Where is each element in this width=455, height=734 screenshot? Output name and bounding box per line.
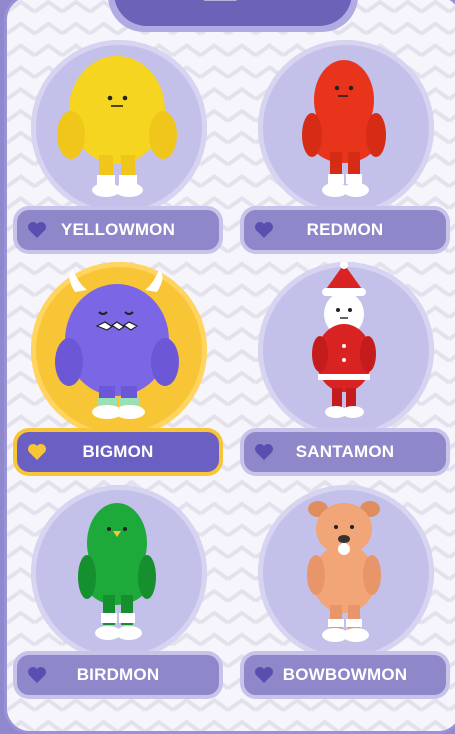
heart-icon[interactable] [254, 666, 274, 684]
character-card-yellowmon[interactable]: YELLOWMON [13, 40, 228, 260]
character-name: REDMON [306, 220, 384, 239]
character-name: YELLOWMON [60, 220, 176, 239]
character-label-button[interactable]: BIRDMON [13, 651, 223, 699]
character-card-santamon[interactable]: SANTAMON [240, 262, 455, 482]
character-name: BOWBOWMON [282, 665, 408, 684]
character-label-button[interactable]: BIGMON [13, 428, 223, 476]
bowbowmon-figure-icon [307, 501, 381, 642]
heart-icon[interactable] [254, 221, 274, 239]
character-card-bigmon[interactable]: BIGMON [13, 262, 228, 482]
santamon-figure-icon [312, 262, 376, 418]
character-label-button[interactable]: BOWBOWMON [240, 651, 450, 699]
heart-icon[interactable] [27, 443, 47, 461]
character-card-redmon[interactable]: REDMON [240, 40, 455, 260]
heart-icon[interactable] [27, 666, 47, 684]
heart-icon[interactable] [27, 221, 47, 239]
character-name: SANTAMON [295, 442, 395, 461]
character-label-button[interactable]: REDMON [240, 206, 450, 254]
character-card-birdmon[interactable]: BIRDMON [13, 485, 228, 705]
yellowmon-figure-icon [57, 56, 177, 197]
character-name: BIGMON [82, 442, 154, 461]
redmon-figure-icon [302, 60, 386, 197]
character-name: BIRDMON [76, 665, 160, 684]
character-label-button[interactable]: YELLOWMON [13, 206, 223, 254]
character-card-bowbowmon[interactable]: BOWBOWMON [240, 485, 455, 705]
birdmon-figure-icon [78, 503, 156, 640]
top-header-badge [108, 0, 358, 32]
character-label-button[interactable]: SANTAMON [240, 428, 450, 476]
heart-icon[interactable] [254, 443, 274, 461]
bigmon-figure-icon [55, 270, 179, 419]
